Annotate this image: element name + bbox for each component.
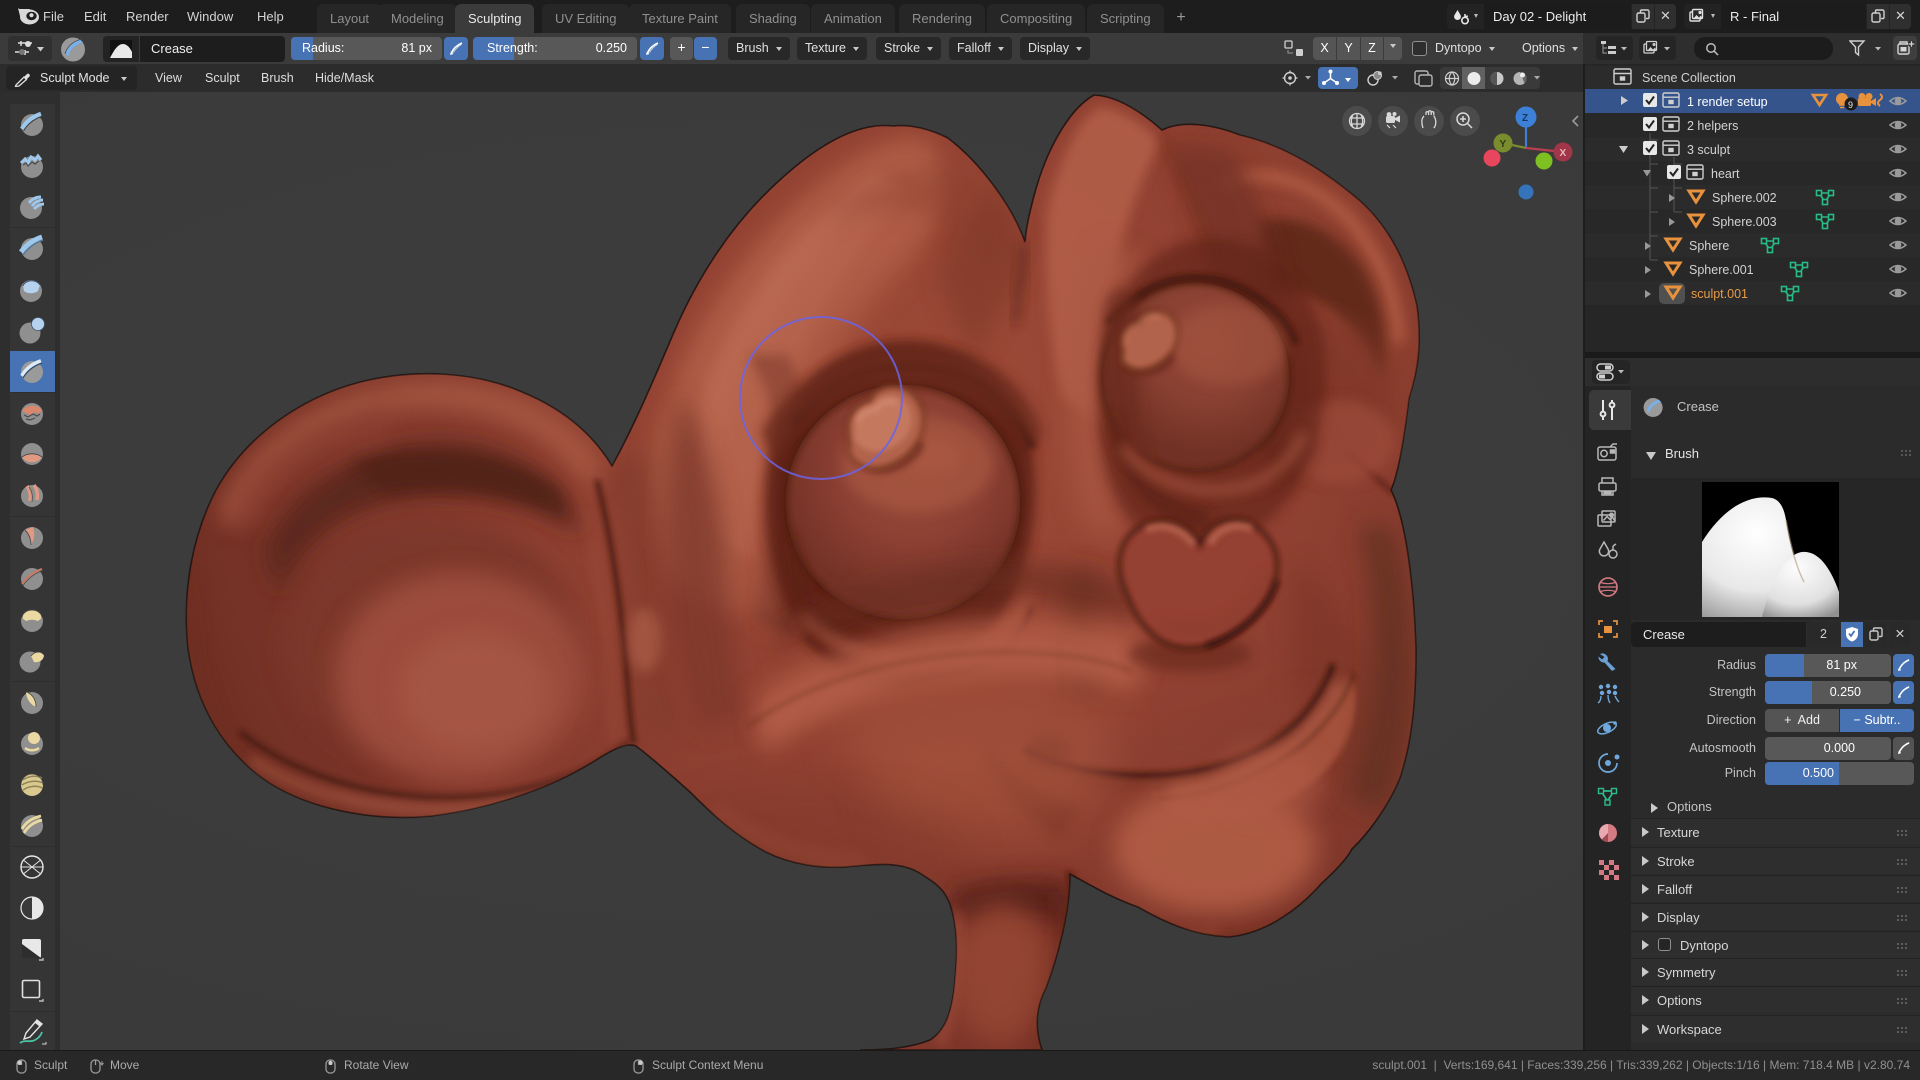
svg-text:Sphere.002: Sphere.002 bbox=[1712, 191, 1777, 205]
svg-text:1 render setup: 1 render setup bbox=[1687, 95, 1768, 109]
svg-text:Sphere.001: Sphere.001 bbox=[1689, 263, 1754, 277]
svg-text:3 sculpt: 3 sculpt bbox=[1687, 143, 1731, 157]
svg-text:Z: Z bbox=[1522, 113, 1528, 124]
svg-text:sculpt.001: sculpt.001 bbox=[1691, 287, 1748, 301]
svg-text:X: X bbox=[1560, 148, 1567, 159]
svg-text:heart: heart bbox=[1711, 167, 1740, 181]
svg-text:Scene Collection: Scene Collection bbox=[1642, 71, 1736, 85]
svg-text:Y: Y bbox=[1500, 139, 1507, 150]
svg-text:Sphere.003: Sphere.003 bbox=[1712, 215, 1777, 229]
svg-text:9: 9 bbox=[1848, 100, 1853, 110]
svg-text:2 helpers: 2 helpers bbox=[1687, 119, 1738, 133]
svg-text:Sphere: Sphere bbox=[1689, 239, 1729, 253]
